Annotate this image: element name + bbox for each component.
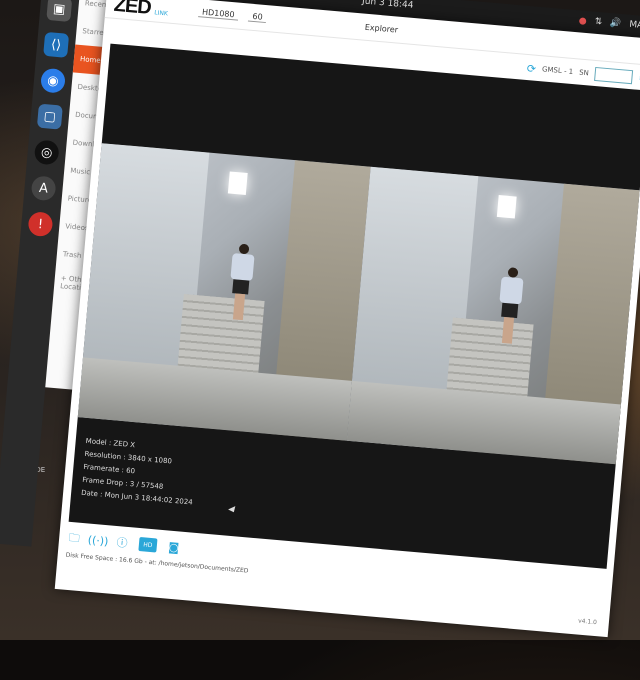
system-tray[interactable]: ⇅ 🔊 MAXN xyxy=(579,15,640,32)
folder-icon[interactable]: 🗀 xyxy=(67,530,82,546)
nvidia-icon[interactable] xyxy=(579,16,587,25)
terminal-icon[interactable]: ▣ xyxy=(46,0,73,23)
fps-select[interactable]: 60 xyxy=(248,11,267,24)
volume-icon[interactable]: 🔊 xyxy=(610,18,622,29)
refresh-icon[interactable]: ⟳ xyxy=(526,62,536,76)
user-label[interactable]: MAXN xyxy=(629,20,640,32)
zed-explorer-window: ZED LINK HD1080 60 Explorer × ⟳ GMSL - 1… xyxy=(54,0,640,638)
serial-input[interactable] xyxy=(594,66,634,85)
right-eye-image xyxy=(346,166,640,465)
vscode-icon[interactable]: ⟨⟩ xyxy=(43,31,70,58)
window-title: Explorer xyxy=(364,22,399,35)
video-viewer[interactable]: Model : ZED X Resolution : 3840 x 1080 F… xyxy=(68,43,640,569)
monitor-screen: Jun 3 18:44 ⇅ 🔊 MAXN ▣ ⟨⟩ ◉ ▢ ◎ A ! Rece… xyxy=(0,0,640,679)
screenshot-icon[interactable]: ▢ xyxy=(36,103,63,130)
resolution-select[interactable]: HD1080 xyxy=(197,7,239,21)
network-icon[interactable]: ⇅ xyxy=(594,17,602,28)
camera-icon[interactable]: ◙ xyxy=(166,539,181,554)
zed-logo-sub: LINK xyxy=(154,8,169,17)
info-icon[interactable]: ⓘ xyxy=(114,535,129,550)
serial-label: SN xyxy=(578,68,590,78)
mouse-cursor xyxy=(228,506,238,514)
warning-icon[interactable]: ! xyxy=(27,211,54,238)
camera-select[interactable]: GMSL - 1 xyxy=(542,65,574,76)
left-eye-image xyxy=(77,143,371,441)
software-center-icon[interactable]: A xyxy=(30,175,57,202)
system-clock[interactable]: Jun 3 18:44 xyxy=(362,0,414,11)
svo-record-icon[interactable]: ((·)) xyxy=(87,533,109,548)
chromium-icon[interactable]: ◉ xyxy=(40,67,67,94)
obs-icon[interactable]: ◎ xyxy=(33,139,60,166)
app-version: v4.1.0 xyxy=(577,617,598,627)
camera-info-overlay: Model : ZED X Resolution : 3840 x 1080 F… xyxy=(81,435,198,510)
hd-icon[interactable]: HD xyxy=(138,537,158,553)
zed-logo: ZED xyxy=(112,0,152,19)
stereo-image xyxy=(77,143,640,465)
